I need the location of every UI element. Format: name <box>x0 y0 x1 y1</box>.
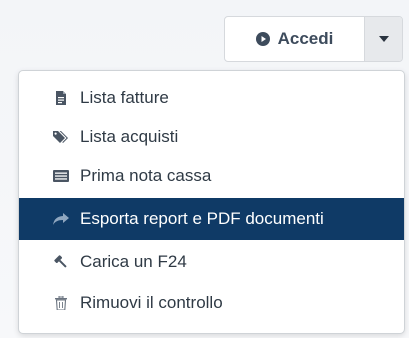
menu-item-label: Prima nota cassa <box>80 166 212 185</box>
menu-item-label: Carica un F24 <box>80 252 187 271</box>
menu-item-prima-nota-cassa[interactable]: Prima nota cassa <box>19 156 404 196</box>
menu-item-esporta-report[interactable]: Esporta report e PDF documenti <box>19 198 404 240</box>
menu-item-carica-f24[interactable]: Carica un F24 <box>19 242 404 282</box>
dropdown-menu: Lista fatture Lista acquisti Prima nota … <box>18 70 405 334</box>
menu-item-rimuovi-controllo[interactable]: Rimuovi il controllo <box>19 283 404 323</box>
menu-item-lista-acquisti[interactable]: Lista acquisti <box>19 117 404 157</box>
dropdown-toggle-button[interactable] <box>365 17 402 61</box>
play-circle-icon <box>255 32 270 46</box>
menu-item-label: Lista acquisti <box>80 127 179 146</box>
accedi-label: Accedi <box>277 29 334 48</box>
caret-down-icon <box>378 30 390 48</box>
list-icon <box>53 168 69 184</box>
gavel-icon <box>53 254 69 270</box>
tags-icon <box>53 129 69 145</box>
share-arrow-icon <box>53 211 69 227</box>
trash-icon <box>53 295 69 311</box>
menu-item-label: Esporta report e PDF documenti <box>80 209 324 228</box>
menu-item-lista-fatture[interactable]: Lista fatture <box>19 78 404 118</box>
accedi-button[interactable]: Accedi <box>225 17 365 61</box>
menu-item-label: Rimuovi il controllo <box>80 293 223 312</box>
menu-item-label: Lista fatture <box>80 88 169 107</box>
accedi-button-group: Accedi <box>224 16 403 62</box>
document-icon <box>53 90 69 106</box>
